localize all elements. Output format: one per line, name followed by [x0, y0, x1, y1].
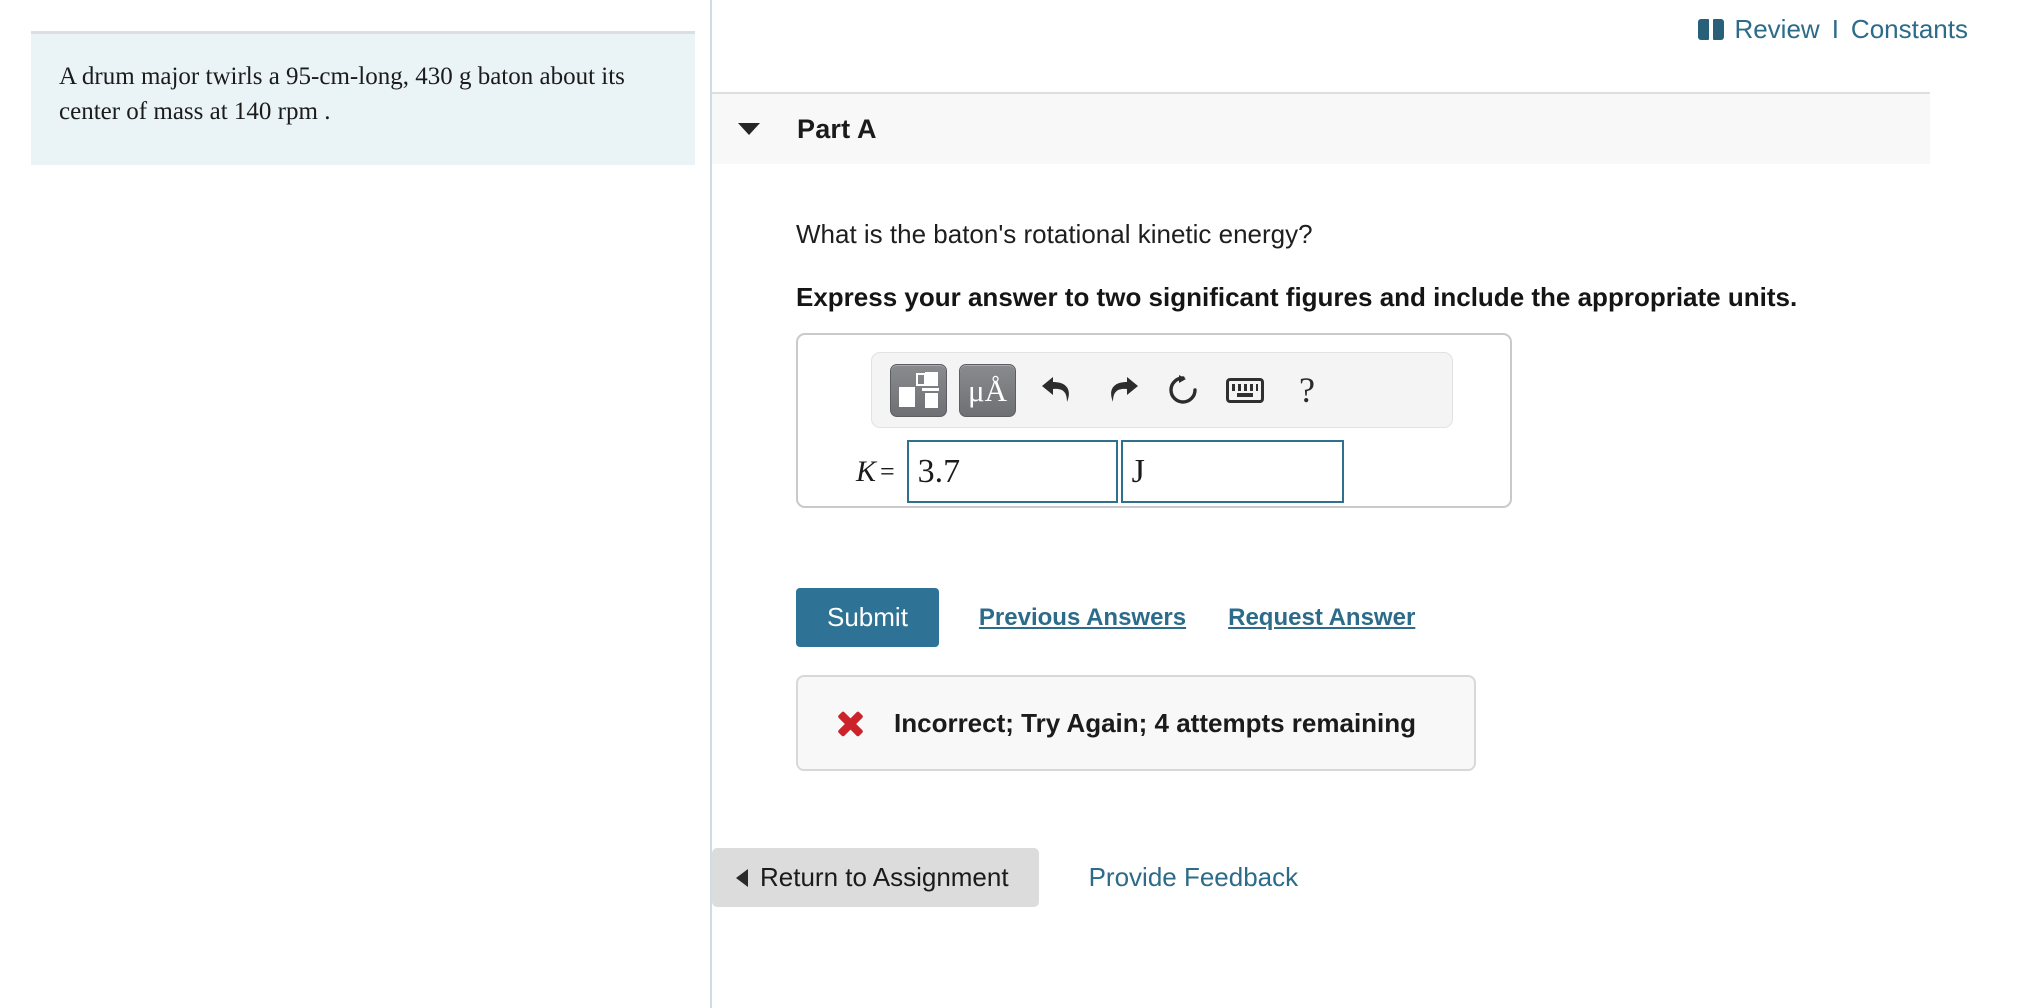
reset-circular-arrow-icon	[1169, 375, 1197, 404]
help-button[interactable]: ?	[1276, 364, 1338, 417]
submit-row: Submit Previous Answers Request Answer	[796, 588, 1415, 647]
keyboard-button[interactable]	[1214, 364, 1276, 417]
review-separator: I	[1831, 14, 1839, 44]
feedback-banner: Incorrect; Try Again; 4 attempts remaini…	[796, 675, 1476, 771]
variable-label: K	[855, 454, 876, 488]
footer-actions: Return to Assignment Provide Feedback	[712, 848, 1298, 907]
problem-page: A drum major twirls a 95-cm-long, 430 g …	[0, 0, 2042, 1008]
request-answer-link[interactable]: Request Answer	[1228, 604, 1415, 632]
part-a-header[interactable]: Part A	[712, 92, 1930, 164]
problem-statement-panel: A drum major twirls a 95-cm-long, 430 g …	[0, 0, 710, 1008]
undo-button[interactable]	[1028, 364, 1090, 417]
redo-arrow-icon	[1111, 377, 1138, 402]
question-instruction: Express your answer to two significant f…	[796, 281, 1798, 312]
equals-sign: =	[880, 456, 895, 486]
answer-entry-box: μÅ ? K = 3.7 J	[796, 333, 1512, 508]
answer-units-input[interactable]: J	[1120, 440, 1344, 503]
redo-button[interactable]	[1090, 364, 1152, 417]
constants-link[interactable]: Constants	[1851, 14, 1968, 45]
answer-row: K = 3.7 J	[818, 440, 1344, 503]
return-to-assignment-button[interactable]: Return to Assignment	[712, 848, 1039, 907]
problem-statement-box: A drum major twirls a 95-cm-long, 430 g …	[31, 31, 695, 165]
math-template-icon	[898, 372, 939, 408]
question-panel: Review I Constants Part A What is the ba…	[712, 0, 2042, 1008]
question-body: What is the baton's rotational kinetic e…	[796, 218, 1946, 315]
answer-value-input[interactable]: 3.7	[906, 440, 1118, 503]
units-button[interactable]: μÅ	[959, 363, 1016, 417]
keyboard-icon	[1226, 377, 1264, 403]
part-a-panel: Part A	[712, 92, 1930, 164]
submit-button[interactable]: Submit	[796, 588, 939, 647]
question-mark-icon: ?	[1299, 370, 1315, 410]
math-template-button[interactable]	[890, 363, 947, 417]
return-to-assignment-label: Return to Assignment	[760, 862, 1009, 892]
part-a-title: Part A	[797, 113, 877, 144]
chevron-down-icon[interactable]	[738, 123, 760, 135]
review-constants-bar: Review I Constants	[1698, 14, 1968, 45]
previous-answers-link[interactable]: Previous Answers	[979, 604, 1186, 632]
undo-arrow-icon	[1042, 377, 1069, 402]
reset-button[interactable]	[1152, 364, 1214, 417]
problem-statement-text: A drum major twirls a 95-cm-long, 430 g …	[59, 63, 625, 125]
math-toolbar: μÅ ?	[871, 352, 1453, 428]
book-icon	[1698, 19, 1725, 40]
micro-angstrom-icon: μÅ	[967, 372, 1007, 408]
question-text: What is the baton's rotational kinetic e…	[796, 219, 1313, 249]
review-link[interactable]: Review	[1734, 14, 1819, 45]
provide-feedback-link[interactable]: Provide Feedback	[1089, 862, 1299, 893]
feedback-message: Incorrect; Try Again; 4 attempts remaini…	[894, 707, 1417, 738]
chevron-left-icon	[736, 868, 748, 887]
error-x-icon	[834, 707, 866, 739]
